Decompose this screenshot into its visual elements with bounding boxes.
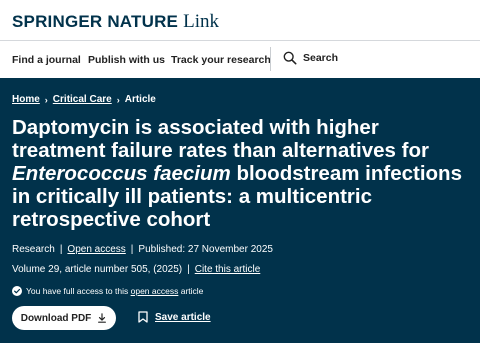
logo-brand: SPRINGER NATURE [12, 12, 179, 31]
download-pdf-label: Download PDF [20, 312, 92, 324]
logo-suffix: Link [183, 11, 219, 32]
access-note-text-end: article [180, 286, 204, 296]
article-citation-info: Volume 29, article number 505, (2025) | Ci… [12, 264, 261, 275]
breadcrumb-current: Article [124, 94, 156, 105]
access-note: You have full access to this open access… [12, 286, 203, 296]
save-article-button[interactable]: Save article [138, 311, 211, 323]
open-access-link[interactable]: Open access [67, 244, 125, 255]
chevron-right-icon: › [44, 94, 48, 105]
check-circle-icon [12, 286, 22, 296]
breadcrumb-journal[interactable]: Critical Care [53, 94, 112, 105]
save-article-label: Save article [155, 311, 211, 323]
article-type: Research [12, 244, 55, 255]
breadcrumb: Home › Critical Care › Article [12, 94, 156, 105]
access-note-text: You have full access to this [26, 286, 129, 296]
nav-publish-with-us[interactable]: Publish with us [88, 54, 165, 66]
nav-track-research[interactable]: Track your research [171, 54, 271, 66]
bookmark-icon [138, 311, 148, 323]
nav-divider [270, 47, 271, 71]
search-icon [283, 51, 297, 65]
search-button[interactable]: Search [283, 51, 338, 65]
published-date: Published: 27 November 2025 [138, 244, 273, 255]
breadcrumb-home[interactable]: Home [12, 94, 40, 105]
nav-find-journal[interactable]: Find a journal [12, 54, 81, 66]
article-hero: Home › Critical Care › Article Daptomyci… [0, 78, 480, 343]
main-nav: Find a journal Publish with us Track you… [0, 41, 480, 78]
download-icon [98, 313, 107, 323]
title-species: Enterococcus faecium [12, 162, 231, 185]
article-title: Daptomycin is associated with higher tre… [12, 116, 472, 231]
article-meta: Research | Open access | Published: 27 Novem… [12, 244, 273, 255]
volume-info: Volume 29, article number 505, (2025) [12, 264, 183, 275]
search-label: Search [303, 52, 339, 64]
title-part-1: Daptomycin is associated with higher tre… [12, 116, 429, 162]
site-header: SPRINGER NATURE Link [0, 0, 480, 41]
cite-article-link[interactable]: Cite this article [195, 264, 261, 275]
access-note-link[interactable]: open access [131, 286, 179, 296]
springer-nature-link-logo[interactable]: SPRINGER NATURE Link [12, 11, 219, 32]
chevron-right-icon: › [116, 94, 120, 105]
download-pdf-button[interactable]: Download PDF [12, 306, 116, 330]
